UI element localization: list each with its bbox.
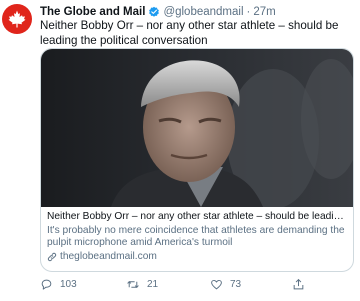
reply-icon <box>41 279 52 290</box>
tweet-actions: 103 21 73 <box>40 278 340 294</box>
heart-icon <box>211 279 222 290</box>
tweet[interactable]: The Globe and Mail @globeandmail · 27m N… <box>0 0 360 301</box>
card-description: It's probably no mere coincidence that a… <box>47 224 345 249</box>
verified-badge-icon <box>148 6 160 18</box>
card-image[interactable] <box>41 49 353 207</box>
avatar[interactable] <box>2 4 32 34</box>
separator-dot: · <box>246 6 251 18</box>
tweet-text: Neither Bobby Orr – nor any other star a… <box>40 19 339 47</box>
reply-button[interactable]: 103 <box>40 278 77 291</box>
maple-leaf-icon <box>8 10 26 28</box>
like-button[interactable]: 73 <box>210 278 241 291</box>
reply-count: 103 <box>60 279 77 290</box>
card-domain-row: theglobeandmail.com <box>47 251 347 264</box>
share-button[interactable] <box>292 278 312 291</box>
retweet-count: 21 <box>147 279 159 290</box>
tweet-header: The Globe and Mail @globeandmail · 27m <box>40 6 354 18</box>
retweet-button[interactable]: 21 <box>126 278 158 291</box>
card-meta: Neither Bobby Orr – nor any other star a… <box>47 211 347 263</box>
author-handle[interactable]: @globeandmail <box>163 6 243 18</box>
tweet-timestamp[interactable]: 27m <box>253 6 275 18</box>
card-domain[interactable]: theglobeandmail.com <box>60 251 157 264</box>
card-title[interactable]: Neither Bobby Orr – nor any other star a… <box>47 211 347 224</box>
share-icon <box>293 278 304 290</box>
author-name[interactable]: The Globe and Mail <box>40 6 145 18</box>
link-card[interactable]: Neither Bobby Orr – nor any other star a… <box>40 48 354 272</box>
retweet-icon <box>127 281 139 288</box>
link-icon <box>47 252 57 261</box>
like-count: 73 <box>230 279 242 290</box>
